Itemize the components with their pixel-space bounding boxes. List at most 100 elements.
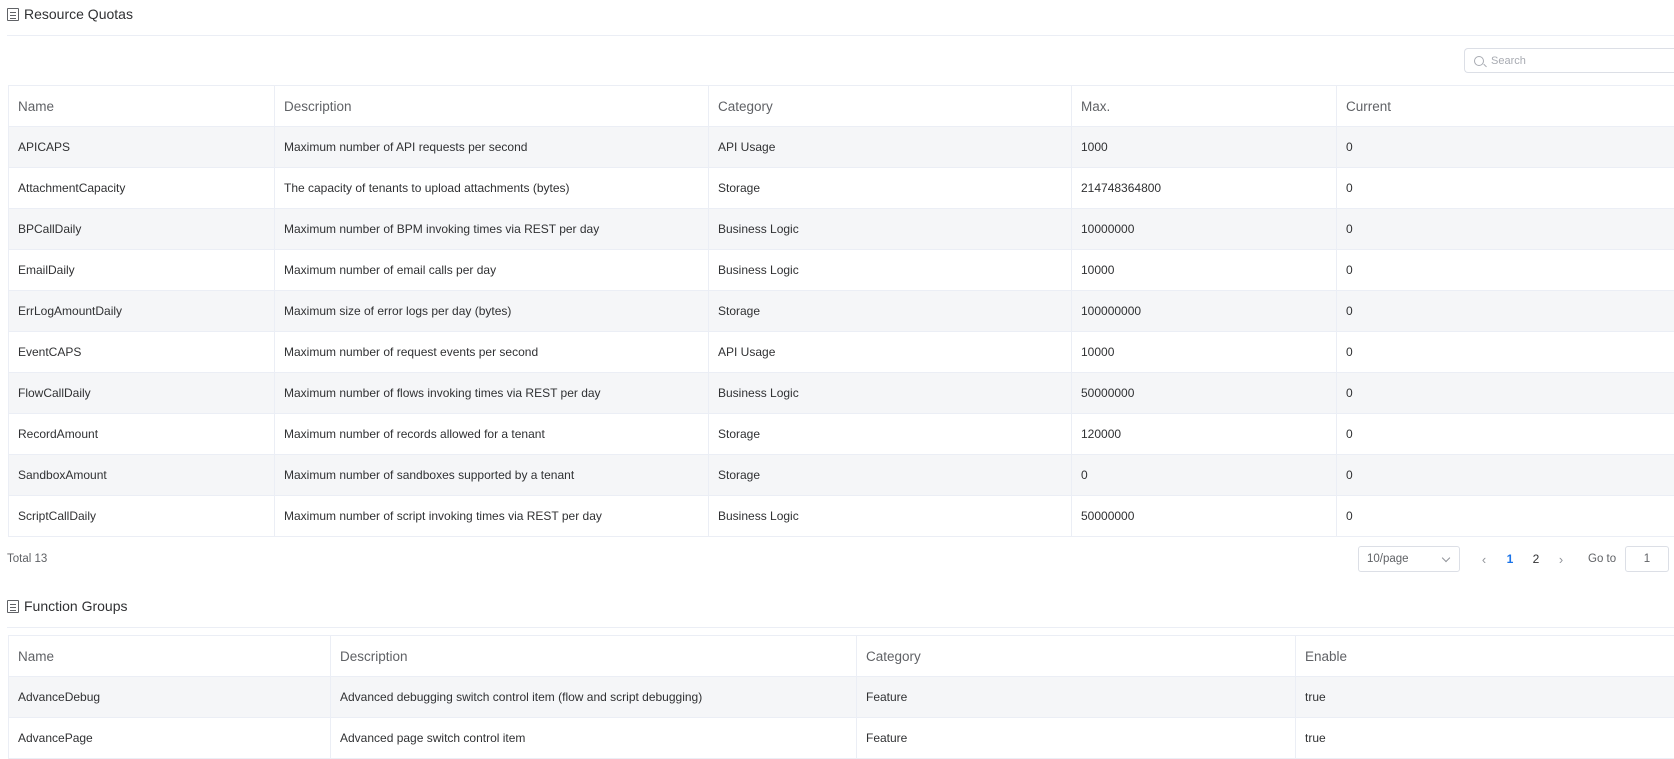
- table-row[interactable]: AttachmentCapacity The capacity of tenant…: [8, 167, 1674, 209]
- column-header-name[interactable]: Name: [8, 85, 275, 127]
- function-groups-table: Name Description Category Enable Advance…: [8, 635, 1674, 759]
- cell-description: Advanced page switch control item: [330, 717, 857, 759]
- cell-description: Advanced debugging switch control item (…: [330, 676, 857, 718]
- section-title: Function Groups: [24, 598, 128, 614]
- cell-name: BPCallDaily: [8, 208, 275, 250]
- cell-category: Storage: [708, 413, 1072, 455]
- cell-current: 0: [1336, 413, 1674, 455]
- column-header-category[interactable]: Category: [856, 635, 1296, 677]
- cell-description: Maximum size of error logs per day (byte…: [274, 290, 709, 332]
- cell-name: FlowCallDaily: [8, 372, 275, 414]
- tenant-quota-page: Resource Quotas Name Description Categor…: [0, 0, 1674, 759]
- next-page-button[interactable]: ›: [1555, 552, 1567, 567]
- list-document-icon: [7, 599, 19, 613]
- cell-description: Maximum number of request events per sec…: [274, 331, 709, 373]
- cell-name: EmailDaily: [8, 249, 275, 291]
- cell-current: 0: [1336, 167, 1674, 209]
- search-input[interactable]: [1491, 54, 1661, 67]
- cell-category: Business Logic: [708, 208, 1072, 250]
- cell-name: SandboxAmount: [8, 454, 275, 496]
- table-row[interactable]: EventCAPS Maximum number of request event…: [8, 331, 1674, 373]
- table-row[interactable]: SandboxAmount Maximum number of sandboxes…: [8, 454, 1674, 496]
- cell-category: Feature: [856, 717, 1296, 759]
- divider: [7, 627, 1674, 628]
- divider: [7, 35, 1674, 36]
- cell-category: Storage: [708, 454, 1072, 496]
- cell-name: AdvancePage: [8, 717, 331, 759]
- table-header-row: Name Description Category Enable: [8, 635, 1674, 677]
- cell-max: 214748364800: [1071, 167, 1337, 209]
- cell-description: Maximum number of API requests per secon…: [274, 126, 709, 168]
- cell-name: ScriptCallDaily: [8, 495, 275, 537]
- section-title: Resource Quotas: [24, 6, 133, 22]
- cell-category: Business Logic: [708, 372, 1072, 414]
- cell-max: 50000000: [1071, 495, 1337, 537]
- cell-name: AttachmentCapacity: [8, 167, 275, 209]
- column-header-category[interactable]: Category: [708, 85, 1072, 127]
- cell-name: EventCAPS: [8, 331, 275, 373]
- table-row[interactable]: ErrLogAmountDaily Maximum size of error l…: [8, 290, 1674, 332]
- function-groups-header: Function Groups: [7, 595, 128, 617]
- table-row[interactable]: APICAPS Maximum number of API requests pe…: [8, 126, 1674, 168]
- goto-page-input[interactable]: [1625, 546, 1669, 572]
- cell-max: 50000000: [1071, 372, 1337, 414]
- chevron-down-icon: [1441, 553, 1451, 563]
- resource-quotas-header: Resource Quotas: [7, 3, 133, 25]
- cell-description: Maximum number of BPM invoking times via…: [274, 208, 709, 250]
- cell-category: Business Logic: [708, 249, 1072, 291]
- column-header-name[interactable]: Name: [8, 635, 331, 677]
- cell-description: Maximum number of records allowed for a …: [274, 413, 709, 455]
- cell-description: The capacity of tenants to upload attach…: [274, 167, 709, 209]
- cell-description: Maximum number of email calls per day: [274, 249, 709, 291]
- search-icon: [1474, 55, 1484, 66]
- table-row[interactable]: RecordAmount Maximum number of records al…: [8, 413, 1674, 455]
- cell-current: 0: [1336, 208, 1674, 250]
- cell-description: Maximum number of flows invoking times v…: [274, 372, 709, 414]
- table-row[interactable]: AdvancePage Advanced page switch control …: [8, 717, 1674, 759]
- column-header-current[interactable]: Current: [1336, 85, 1674, 127]
- cell-current: 0: [1336, 495, 1674, 537]
- cell-max: 120000: [1071, 413, 1337, 455]
- cell-enable: true: [1295, 676, 1674, 718]
- cell-category: Storage: [708, 167, 1072, 209]
- table-row[interactable]: ScriptCallDaily Maximum number of script …: [8, 495, 1674, 537]
- table-row[interactable]: AdvanceDebug Advanced debugging switch co…: [8, 676, 1674, 718]
- cell-current: 0: [1336, 249, 1674, 291]
- cell-max: 1000: [1071, 126, 1337, 168]
- table-row[interactable]: EmailDaily Maximum number of email calls …: [8, 249, 1674, 291]
- table-row[interactable]: FlowCallDaily Maximum number of flows inv…: [8, 372, 1674, 414]
- page-size-value: 10/page: [1367, 553, 1409, 565]
- column-header-enable[interactable]: Enable: [1295, 635, 1674, 677]
- cell-max: 10000: [1071, 331, 1337, 373]
- page-number-2[interactable]: 2: [1529, 552, 1543, 566]
- cell-category: Storage: [708, 290, 1072, 332]
- total-count: Total 13: [7, 553, 48, 565]
- column-header-max[interactable]: Max.: [1071, 85, 1337, 127]
- goto-label: Go to: [1588, 553, 1617, 565]
- column-header-description[interactable]: Description: [330, 635, 857, 677]
- resource-quotas-table: Name Description Category Max. Current A…: [8, 85, 1674, 537]
- cell-max: 10000000: [1071, 208, 1337, 250]
- cell-max: 10000: [1071, 249, 1337, 291]
- cell-name: ErrLogAmountDaily: [8, 290, 275, 332]
- cell-current: 0: [1336, 372, 1674, 414]
- page-size-select[interactable]: 10/page: [1358, 546, 1460, 572]
- search-field[interactable]: [1464, 48, 1674, 73]
- table-header-row: Name Description Category Max. Current: [8, 85, 1674, 127]
- cell-current: 0: [1336, 454, 1674, 496]
- cell-current: 0: [1336, 331, 1674, 373]
- cell-enable: true: [1295, 717, 1674, 759]
- table-row[interactable]: BPCallDaily Maximum number of BPM invokin…: [8, 208, 1674, 250]
- prev-page-button[interactable]: ‹: [1478, 552, 1490, 567]
- cell-category: Feature: [856, 676, 1296, 718]
- page-number-1[interactable]: 1: [1503, 552, 1517, 566]
- list-document-icon: [7, 7, 19, 21]
- cell-max: 100000000: [1071, 290, 1337, 332]
- cell-name: RecordAmount: [8, 413, 275, 455]
- cell-name: APICAPS: [8, 126, 275, 168]
- cell-current: 0: [1336, 290, 1674, 332]
- cell-name: AdvanceDebug: [8, 676, 331, 718]
- cell-description: Maximum number of sandboxes supported by…: [274, 454, 709, 496]
- cell-category: API Usage: [708, 126, 1072, 168]
- column-header-description[interactable]: Description: [274, 85, 709, 127]
